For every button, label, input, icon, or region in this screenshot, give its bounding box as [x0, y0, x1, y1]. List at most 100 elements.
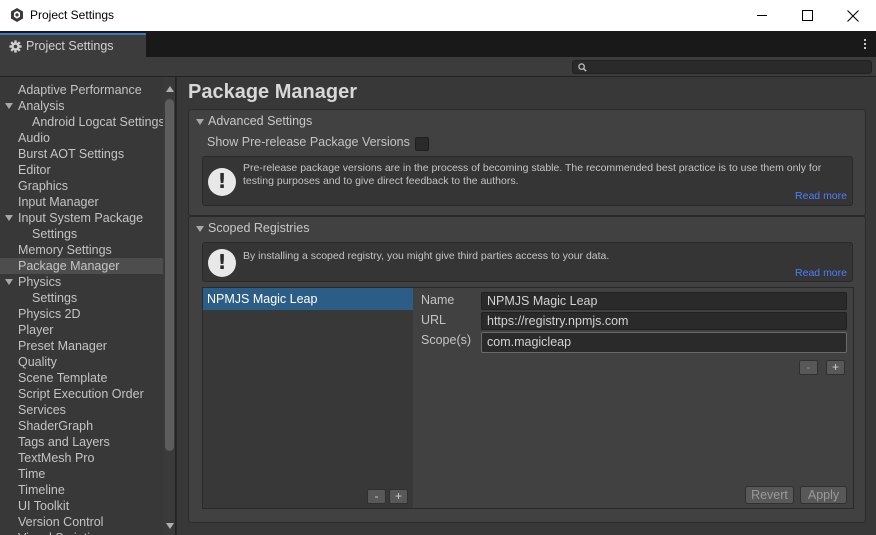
prerelease-help-text-line1: Pre-release package versions are in the …	[243, 162, 822, 174]
page-title: Package Manager	[188, 81, 357, 103]
sidebar-item[interactable]: Android Logcat Settings	[0, 114, 165, 130]
revert-button[interactable]: Revert	[745, 486, 794, 504]
sidebar-item[interactable]: Physics	[0, 274, 163, 290]
prerelease-help-box: ! Pre-release package versions are in th…	[202, 156, 853, 206]
sidebar-item-label: Time	[18, 467, 46, 481]
settings-sidebar: Adaptive Performance Analysis Android Logc…	[0, 77, 176, 535]
registry-list: NPMJS Magic Leap - +	[202, 287, 415, 509]
more-options-icon[interactable]	[863, 38, 867, 52]
sidebar-item[interactable]: Analysis	[0, 98, 163, 114]
tab-bar: Project Settings	[0, 31, 876, 57]
expand-arrow-icon[interactable]	[5, 103, 13, 109]
sidebar-item[interactable]: Audio	[0, 130, 163, 146]
sidebar-item-label: Physics 2D	[18, 307, 81, 321]
sidebar-item-label: Settings	[32, 227, 78, 241]
remove-scope-button[interactable]: -	[799, 360, 818, 375]
search-input[interactable]	[572, 60, 872, 74]
sidebar-item[interactable]: Version Control	[0, 514, 163, 530]
apply-button[interactable]: Apply	[800, 486, 847, 504]
sidebar-item[interactable]: Graphics	[0, 178, 163, 194]
sidebar-item[interactable]: Preset Manager	[0, 338, 163, 354]
sidebar-item[interactable]: Memory Settings	[0, 242, 163, 258]
sidebar-item[interactable]: TextMesh Pro	[0, 450, 163, 466]
scope-field[interactable]: com.magicleap	[481, 332, 847, 353]
tab-project-settings[interactable]: Project Settings	[0, 33, 146, 57]
warning-icon: !	[208, 249, 236, 277]
warning-icon: !	[208, 168, 236, 196]
sidebar-item[interactable]: Scene Template	[0, 370, 163, 386]
sidebar-item-label: Burst AOT Settings	[18, 147, 125, 161]
advanced-settings-foldout[interactable]: Advanced Settings	[189, 110, 865, 132]
gear-icon	[9, 39, 22, 53]
advanced-settings-section: Advanced Settings Show Pre-release Packa…	[188, 109, 866, 216]
sidebar-item-label: Quality	[18, 355, 57, 369]
prerelease-checkbox[interactable]	[415, 137, 429, 151]
minimize-icon	[756, 15, 767, 16]
name-label: Name	[421, 293, 455, 307]
sidebar-item[interactable]: Physics 2D	[0, 306, 163, 322]
sidebar-item-label: Analysis	[18, 99, 65, 113]
registry-name-field[interactable]: NPMJS Magic Leap	[481, 292, 847, 310]
registry-url-field[interactable]: https://registry.npmjs.com	[481, 312, 847, 330]
minimize-button[interactable]	[739, 0, 785, 31]
sidebar-item-label: Physics	[18, 275, 62, 289]
sidebar-item[interactable]: Editor	[0, 162, 163, 178]
sidebar-item[interactable]: UI Toolkit	[0, 498, 163, 514]
sidebar-item-label: Services	[18, 403, 66, 417]
url-label: URL	[421, 313, 447, 327]
sidebar-item-label: Android Logcat Settings	[32, 115, 165, 129]
sidebar-item[interactable]: Burst AOT Settings	[0, 146, 163, 162]
sidebar-item-label: ShaderGraph	[18, 419, 94, 433]
sidebar-item[interactable]: Tags and Layers	[0, 434, 163, 450]
sidebar-item-label: Adaptive Performance	[18, 83, 142, 97]
scoped-registries-section: Scoped Registries ! By installing a scop…	[188, 216, 866, 523]
settings-content: Package Manager Advanced Settings Show P…	[177, 77, 876, 535]
sidebar-item[interactable]: Time	[0, 466, 163, 482]
sidebar-item-label: Input System Package	[18, 211, 144, 225]
search-icon	[578, 63, 587, 72]
scroll-up-icon[interactable]	[166, 86, 174, 92]
close-button[interactable]	[830, 0, 876, 31]
prerelease-read-more-link[interactable]: Read more	[795, 190, 847, 202]
sidebar-item[interactable]: ShaderGraph	[0, 418, 163, 434]
sidebar-item[interactable]: Player	[0, 322, 163, 338]
registry-list-item[interactable]: NPMJS Magic Leap	[203, 288, 414, 310]
sidebar-item-label: Version Control	[18, 515, 104, 529]
sidebar-item[interactable]: Script Execution Order	[0, 386, 163, 402]
remove-registry-button[interactable]: -	[367, 489, 386, 504]
sidebar-item-label: UI Toolkit	[18, 499, 70, 513]
sidebar-item[interactable]: Adaptive Performance	[0, 82, 163, 98]
maximize-button[interactable]	[784, 0, 830, 31]
sidebar-item[interactable]: Visual Scripting	[0, 530, 163, 535]
add-registry-button[interactable]: +	[389, 489, 408, 504]
sidebar-item[interactable]: Settings	[0, 290, 163, 306]
sidebar-item[interactable]: Quality	[0, 354, 163, 370]
sidebar-item[interactable]: Input Manager	[0, 194, 163, 210]
scoped-help-box: ! By installing a scoped registry, you m…	[202, 242, 853, 282]
sidebar-item-label: Preset Manager	[18, 339, 107, 353]
scroll-down-icon[interactable]	[166, 523, 174, 529]
sidebar-item[interactable]: Timeline	[0, 482, 163, 498]
sidebar-scrollbar-thumb[interactable]	[165, 99, 174, 451]
sidebar-item-label: TextMesh Pro	[18, 451, 95, 465]
expand-arrow-icon[interactable]	[5, 215, 13, 221]
sidebar-item-label: Player	[18, 323, 54, 337]
sidebar-item-label: Scene Template	[18, 371, 108, 385]
scoped-registries-foldout[interactable]: Scoped Registries	[189, 217, 865, 239]
scoped-read-more-link[interactable]: Read more	[795, 267, 847, 279]
window-titlebar: Project Settings	[0, 0, 876, 31]
foldout-arrow-icon	[196, 226, 204, 232]
tab-label: Project Settings	[26, 39, 114, 53]
sidebar-item-label: Visual Scripting	[18, 530, 104, 535]
sidebar-item-label: Script Execution Order	[18, 387, 144, 401]
sidebar-item[interactable]: Package Manager	[0, 258, 163, 274]
sidebar-item-label: Editor	[18, 163, 51, 177]
sidebar-item[interactable]: Settings	[0, 226, 163, 242]
sidebar-item-label: Settings	[32, 291, 78, 305]
sidebar-item[interactable]: Services	[0, 402, 163, 418]
advanced-settings-header: Advanced Settings	[208, 114, 313, 128]
prerelease-toggle-label: Show Pre-release Package Versions	[207, 135, 410, 149]
expand-arrow-icon[interactable]	[5, 279, 13, 285]
add-scope-button[interactable]: +	[826, 360, 845, 375]
sidebar-item[interactable]: Input System Package	[0, 210, 163, 226]
